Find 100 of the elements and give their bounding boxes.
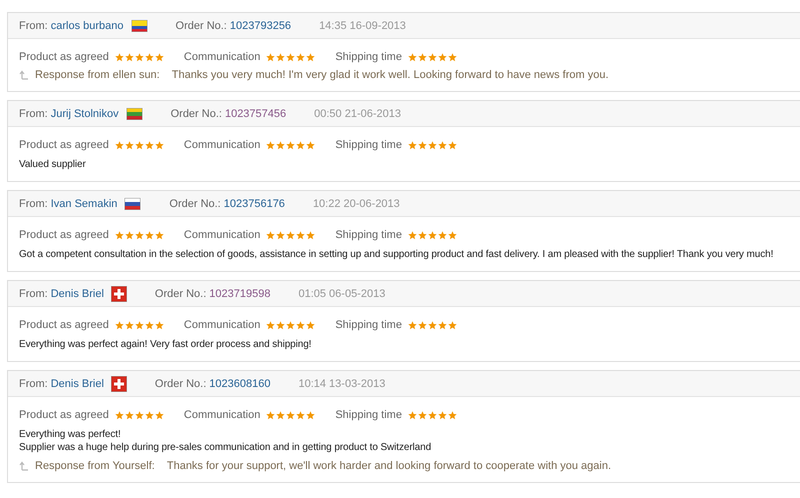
star-icon [124,230,134,240]
star-icon [296,230,306,240]
star-icon [306,140,316,150]
star-icon [266,140,276,150]
rating-label: Communication [184,51,260,63]
star-icon [144,52,154,62]
flag-icon [126,108,143,120]
comment-text: Got a competent consultation in the selection of goods, assistance in setting up and supporting product and fast delivery. I am pleased with the supplier! Thank you very much! [19,248,774,261]
star-icon [448,410,457,420]
order-label: Order No.: [169,198,221,210]
order-link[interactable]: 1023608160 [209,378,270,390]
star-icon [408,320,417,330]
star-icon [266,230,276,240]
star-icon [276,52,286,62]
order-label: Order No.: [154,378,206,390]
star-icon [438,410,447,420]
star-icon [134,52,144,62]
order-label: Order No.: [170,108,222,120]
review-time: 00:50 21-06-2013 [314,108,401,120]
star-icon [428,410,437,420]
order-link[interactable]: 1023757456 [224,108,286,120]
review-time: 10:22 20-06-2013 [312,198,400,210]
star-icon [408,230,417,240]
response-text: Thanks you very much! I'm very glad it work well. Looking forward to have news from you. [172,69,609,81]
star-icon [114,140,124,150]
star-icon [276,320,286,330]
rating-label: Shipping time [335,319,402,331]
response-label: Response from Yourself: [35,460,155,472]
comment-text: Everything was perfect again! Very fast order process and shipping! [19,338,312,351]
buyer-link[interactable]: Ivan Semakin [50,198,118,210]
star-icon [306,410,316,420]
comment-text: Valued supplier [19,158,86,171]
star-icon [418,410,427,420]
flag-icon [124,198,142,210]
star-icon [306,230,316,240]
star-icon [144,320,154,330]
order-link[interactable]: 1023756176 [224,198,285,210]
star-icon [418,320,427,330]
rating-label: Communication [184,409,260,421]
rating-label: Product as agreed [19,139,109,151]
star-icon [114,230,124,240]
star-icon [296,52,306,62]
star-icon [134,140,144,150]
star-icon [448,230,457,240]
star-icon [114,52,124,62]
order-link[interactable]: 1023719598 [209,288,270,300]
star-icon [296,320,306,330]
from-label: From: [19,378,48,390]
review-time: 01:05 06-05-2013 [298,288,386,300]
star-icon [124,140,134,150]
star-icon [408,140,417,150]
comment-text: Everything was perfect! [19,428,121,441]
reply-arrow-icon [19,70,29,80]
rating-label: Product as agreed [19,409,109,421]
star-icon [154,410,164,420]
reply-arrow-icon [19,461,29,471]
star-icon [306,52,316,62]
rating-label: Communication [184,139,260,151]
star-icon [124,320,134,330]
order-label: Order No.: [176,20,227,32]
star-icon [134,230,144,240]
star-icon [438,52,447,62]
rating-label: Communication [184,319,260,331]
star-icon [448,140,457,150]
star-icon [428,52,437,62]
star-icon [114,410,124,420]
star-icon [286,52,296,62]
buyer-link[interactable]: Jurij Stolnikov [50,108,119,120]
buyer-link[interactable]: Denis Briel [50,288,104,300]
star-icon [296,140,306,150]
rating-label: Shipping time [335,409,402,421]
star-icon [276,140,286,150]
star-icon [134,320,144,330]
order-link[interactable]: 1023793256 [230,20,292,32]
flag-icon [110,376,127,392]
buyer-link[interactable]: Denis Briel [50,378,104,390]
order-label: Order No.: [154,288,206,300]
flag-icon [110,286,127,302]
star-icon [306,320,316,330]
rating-label: Communication [184,229,260,241]
from-label: From: [19,20,48,32]
star-icon [428,140,437,150]
rating-label: Shipping time [335,139,402,151]
flag-icon [130,20,148,32]
star-icon [408,410,417,420]
star-icon [428,320,437,330]
star-icon [266,52,276,62]
star-icon [296,410,306,420]
rating-label: Product as agreed [19,51,109,63]
star-icon [418,230,427,240]
star-icon [124,410,134,420]
buyer-link[interactable]: carlos burbano [50,20,124,32]
star-icon [286,140,296,150]
star-icon [144,140,154,150]
response-text: Thanks for your support, we'll work harder and looking forward to cooperate with you again. [166,460,612,472]
from-label: From: [19,108,48,120]
star-icon [144,410,154,420]
response-label: Response from ellen sun: [35,69,160,81]
star-icon [154,52,164,62]
from-label: From: [19,198,48,210]
